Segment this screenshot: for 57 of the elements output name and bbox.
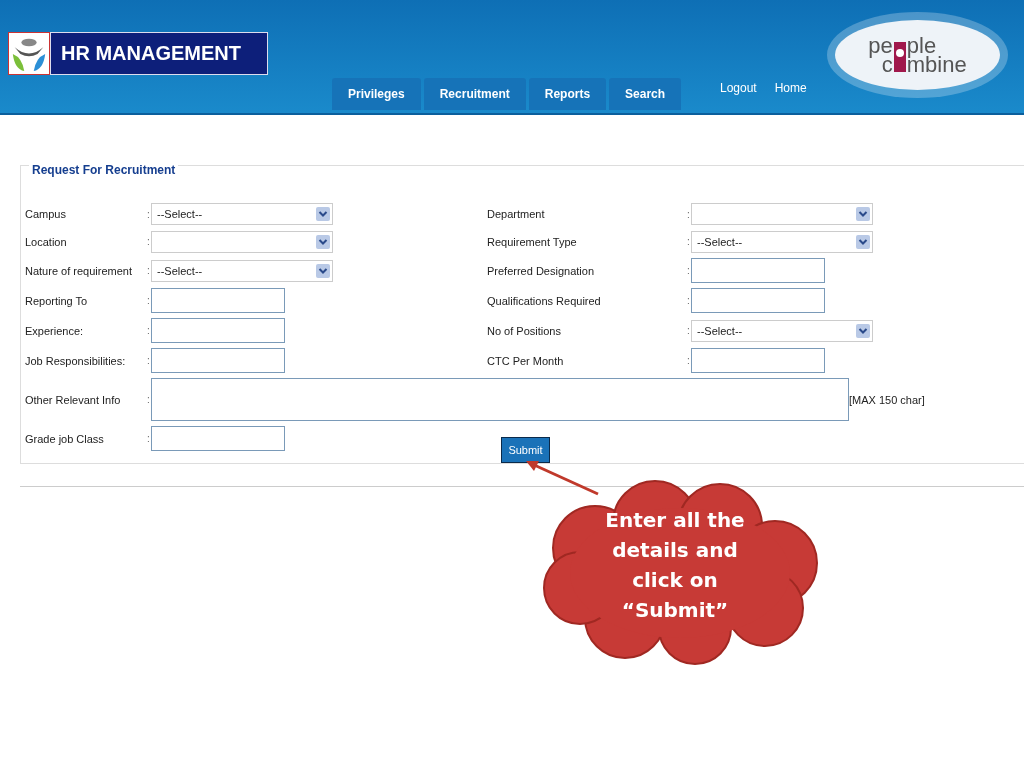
colon-text: : <box>147 208 151 220</box>
select-field[interactable] <box>151 230 333 253</box>
people-logo-icon <box>8 32 50 75</box>
app-title: HR MANAGEMENT <box>50 32 268 75</box>
field-label: Preferred Designation <box>487 264 595 277</box>
input-field[interactable] <box>691 258 825 283</box>
field-label: CTC Per Month <box>487 354 565 367</box>
field-label: Experience: <box>25 324 85 337</box>
colon-text: : <box>687 265 691 276</box>
field-label: Job Responsibilities: <box>25 354 127 367</box>
brand-square-icon <box>893 42 906 72</box>
callout-text: Enter all the details and click on “Submit” <box>604 507 746 624</box>
field-label: Reporting To <box>25 294 89 307</box>
nav-tab[interactable]: Search <box>609 78 682 110</box>
select-field[interactable]: --Select-- <box>151 259 333 282</box>
submit-button[interactable]: Submit <box>501 437 550 463</box>
field-label: Location <box>25 235 68 248</box>
colon-text: : <box>147 236 151 248</box>
nav-tab[interactable]: Reports <box>528 78 607 110</box>
field-label: Requirement Type <box>487 235 578 248</box>
field-label: No of Positions <box>487 324 562 337</box>
input-field[interactable] <box>151 288 285 313</box>
brand-text: c <box>881 55 893 74</box>
field-label: Qualifications Required <box>487 294 602 307</box>
colon-text: : <box>687 325 691 336</box>
field-note: [MAX 150 char] <box>849 393 925 406</box>
field-label: Department <box>487 208 546 221</box>
field-label: Other Relevant Info <box>25 393 122 406</box>
input-field[interactable] <box>151 426 285 451</box>
nav-tab[interactable]: Recruitment <box>423 78 526 110</box>
input-field[interactable] <box>151 318 285 343</box>
field-label: Campus <box>25 208 67 221</box>
field-label: Grade job Class <box>25 432 105 445</box>
form-title: Request For Recruitment <box>29 163 179 177</box>
colon-text: : <box>147 433 151 444</box>
colon-text: : <box>147 394 151 405</box>
field-label: Nature of requirement <box>25 264 133 277</box>
select-field[interactable]: --Select-- <box>151 203 333 226</box>
colon-text: : <box>147 325 151 336</box>
colon-text: : <box>687 295 691 306</box>
colon-text: : <box>147 355 151 366</box>
select-field[interactable]: --Select-- <box>691 230 873 253</box>
brand-text: mbine <box>906 55 967 74</box>
nav-tab[interactable]: Privileges <box>332 78 421 110</box>
text-area[interactable] <box>151 378 849 421</box>
input-field[interactable] <box>691 288 825 313</box>
select-field[interactable] <box>691 203 873 226</box>
input-field[interactable] <box>691 348 825 373</box>
header-link[interactable]: Home <box>774 81 807 95</box>
header-link[interactable]: Logout <box>720 81 757 95</box>
select-field[interactable]: --Select-- <box>691 319 873 342</box>
colon-text: : <box>687 208 691 220</box>
colon-text: : <box>147 295 151 306</box>
input-field[interactable] <box>151 348 285 373</box>
colon-text: : <box>687 236 691 248</box>
colon-text: : <box>687 355 691 366</box>
colon-text: : <box>147 265 151 276</box>
